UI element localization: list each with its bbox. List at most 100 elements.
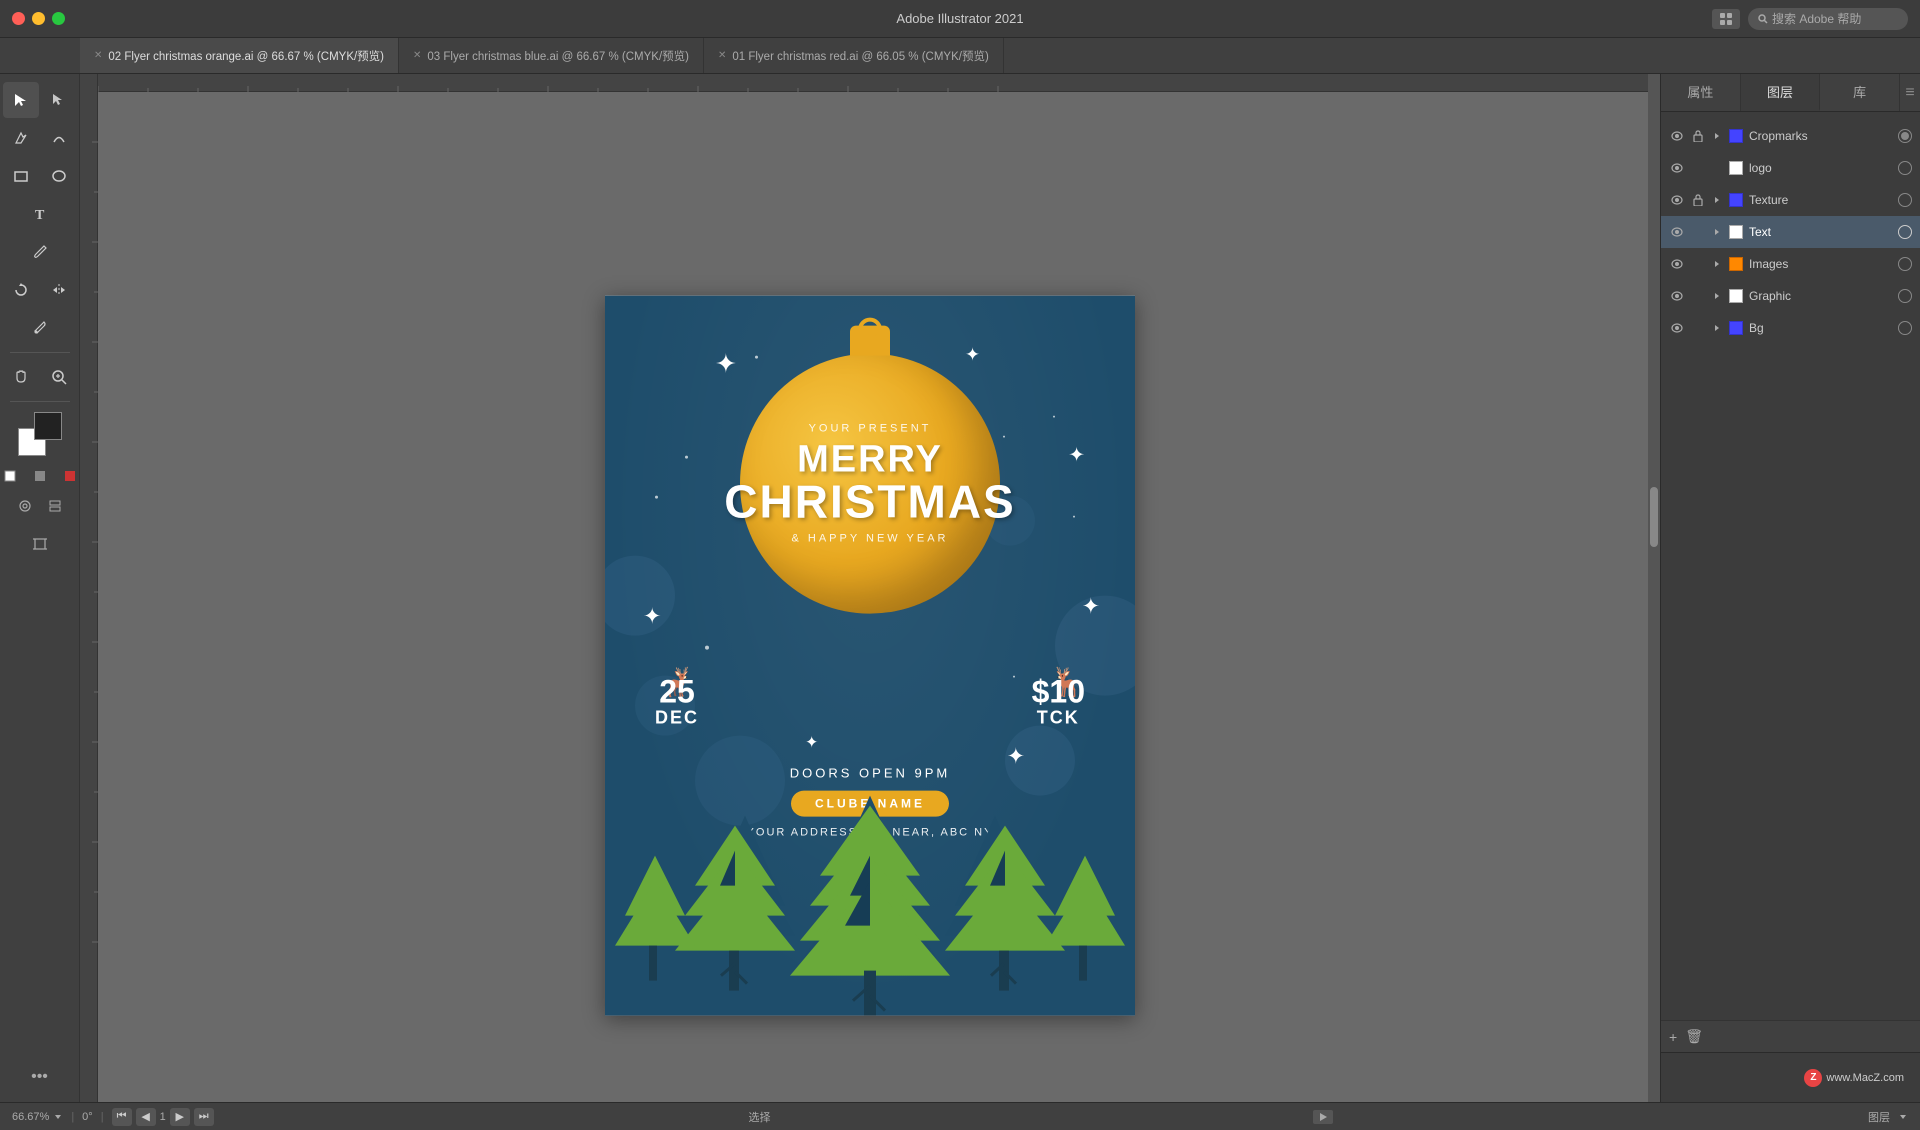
traffic-lights [12, 12, 65, 25]
tab-close-1[interactable]: ✕ [94, 50, 102, 61]
layer-eye-cropmarks[interactable] [1669, 128, 1685, 144]
paintbrush-tool[interactable] [22, 234, 58, 270]
maximize-button[interactable] [52, 12, 65, 25]
layer-expand-text[interactable] [1711, 226, 1723, 238]
page-number: 1 [160, 1111, 166, 1123]
tab-layers[interactable]: 图层 [1741, 74, 1821, 111]
layer-expand-graphic[interactable] [1711, 290, 1723, 302]
layer-name-text: Text [1749, 225, 1892, 239]
layer-dropdown-icon[interactable] [1898, 1112, 1908, 1122]
extra-tools [11, 492, 69, 520]
layer-target-bg[interactable] [1898, 321, 1912, 335]
zoom-dropdown-icon[interactable] [53, 1112, 63, 1122]
artboard-tool[interactable] [22, 526, 58, 562]
search-bar[interactable]: 搜索 Adobe 帮助 [1748, 8, 1908, 30]
close-button[interactable] [12, 12, 25, 25]
prev-page-button[interactable]: ◀ [136, 1108, 156, 1126]
scrollbar-thumb-vertical[interactable] [1650, 487, 1658, 547]
layer-eye-graphic[interactable] [1669, 288, 1685, 304]
add-layer-button[interactable]: + [1669, 1029, 1677, 1045]
layer-eye-images[interactable] [1669, 256, 1685, 272]
star-5: ✦ [1082, 596, 1100, 618]
tab-library[interactable]: 库 [1820, 74, 1900, 111]
layer-row-bg[interactable]: Bg [1661, 312, 1920, 344]
date-price-section: 25 DEC $10 TCK [605, 676, 1135, 729]
tab-close-3[interactable]: ✕ [718, 50, 726, 61]
tab-close-2[interactable]: ✕ [413, 50, 421, 61]
gray-mode-button[interactable] [26, 462, 54, 490]
chevron-right-icon [1713, 228, 1721, 236]
layer-target-texture[interactable] [1898, 193, 1912, 207]
delete-layer-button[interactable]: 🗑 [1685, 1028, 1703, 1045]
curvature-tool[interactable] [41, 120, 77, 156]
layer-row-text[interactable]: Text [1661, 216, 1920, 248]
present-text: YOUR PRESENT [809, 423, 932, 435]
hand-tool[interactable] [3, 359, 39, 395]
bottom-bar: 66.67% | 0° | ⏮ ◀ 1 ▶ ⏭ 选择 图层 [0, 1102, 1920, 1130]
layer-expand-cropmarks[interactable] [1711, 130, 1723, 142]
layer-expand-texture[interactable] [1711, 194, 1723, 206]
rectangle-tool[interactable] [3, 158, 39, 194]
layer-eye-text[interactable] [1669, 224, 1685, 240]
main-layout: T [0, 74, 1920, 1102]
type-tool[interactable]: T [22, 196, 58, 232]
chevron-right-icon [1713, 292, 1721, 300]
snow-9 [705, 646, 709, 650]
layer-lock-cropmarks[interactable] [1691, 129, 1705, 143]
layer-target-text[interactable] [1898, 225, 1912, 239]
arrange-windows-button[interactable] [1712, 9, 1740, 29]
layer-row-images[interactable]: Images [1661, 248, 1920, 280]
eyedropper-tool[interactable] [22, 310, 58, 346]
zoom-tool[interactable] [41, 359, 77, 395]
tab-properties[interactable]: 属性 [1661, 74, 1741, 111]
layer-row-texture[interactable]: Texture [1661, 184, 1920, 216]
color-swatches[interactable] [18, 412, 62, 456]
layer-target-images[interactable] [1898, 257, 1912, 271]
eye-icon [1671, 131, 1683, 141]
eyedropper-icon [32, 320, 48, 336]
play-button[interactable] [1313, 1110, 1333, 1124]
extra-tool-2[interactable] [41, 492, 69, 520]
layer-eye-texture[interactable] [1669, 192, 1685, 208]
normal-mode-button[interactable] [0, 462, 24, 490]
direct-selection-tool[interactable] [41, 82, 77, 118]
canvas-area[interactable]: ✦ ✦ ✦ ✦ ✦ ✦ ✦ YOUR PRESENT MERRY CHRISTM… [80, 74, 1660, 1102]
more-tools-button[interactable]: ••• [31, 1068, 48, 1086]
first-page-button[interactable]: ⏮ [112, 1108, 132, 1126]
layer-target-cropmarks[interactable] [1898, 129, 1912, 143]
layer-row-logo[interactable]: logo [1661, 152, 1920, 184]
layer-target-logo[interactable] [1898, 161, 1912, 175]
app-title: Adobe Illustrator 2021 [896, 11, 1023, 26]
canvas-scrollbar-vertical[interactable] [1648, 74, 1660, 1102]
panel-menu-button[interactable]: ≡ [1900, 74, 1920, 111]
tab-2[interactable]: ✕ 03 Flyer christmas blue.ai @ 66.67 % (… [399, 38, 704, 73]
watermark: Z www.MacZ.com [1804, 1069, 1904, 1087]
snow-5 [685, 456, 688, 459]
layer-color-images [1729, 257, 1743, 271]
tab-1[interactable]: ✕ 02 Flyer christmas orange.ai @ 66.67 %… [80, 38, 399, 73]
selection-tool[interactable] [3, 82, 39, 118]
hand-icon [13, 369, 29, 385]
layer-lock-texture[interactable] [1691, 193, 1705, 207]
minimize-button[interactable] [32, 12, 45, 25]
tab-3[interactable]: ✕ 01 Flyer christmas red.ai @ 66.05 % (C… [704, 38, 1004, 73]
reflect-tool[interactable] [41, 272, 77, 308]
layer-target-graphic[interactable] [1898, 289, 1912, 303]
pen-tool[interactable] [3, 120, 39, 156]
layer-name-graphic: Graphic [1749, 289, 1892, 303]
layer-eye-logo[interactable] [1669, 160, 1685, 176]
layer-eye-bg[interactable] [1669, 320, 1685, 336]
layer-row-graphic[interactable]: Graphic [1661, 280, 1920, 312]
ellipse-tool[interactable] [41, 158, 77, 194]
layer-row-cropmarks[interactable]: Cropmarks [1661, 120, 1920, 152]
foreground-color-swatch[interactable] [34, 412, 62, 440]
layer-expand-bg[interactable] [1711, 322, 1723, 334]
layer-expand-images[interactable] [1711, 258, 1723, 270]
ruler-top-marks [98, 74, 1648, 92]
next-page-button[interactable]: ▶ [170, 1108, 190, 1126]
layer-color-graphic [1729, 289, 1743, 303]
last-page-button[interactable]: ⏭ [194, 1108, 214, 1126]
rotate-tool[interactable] [3, 272, 39, 308]
extra-tool-1[interactable] [11, 492, 39, 520]
toolbar-divider-1 [10, 352, 70, 353]
